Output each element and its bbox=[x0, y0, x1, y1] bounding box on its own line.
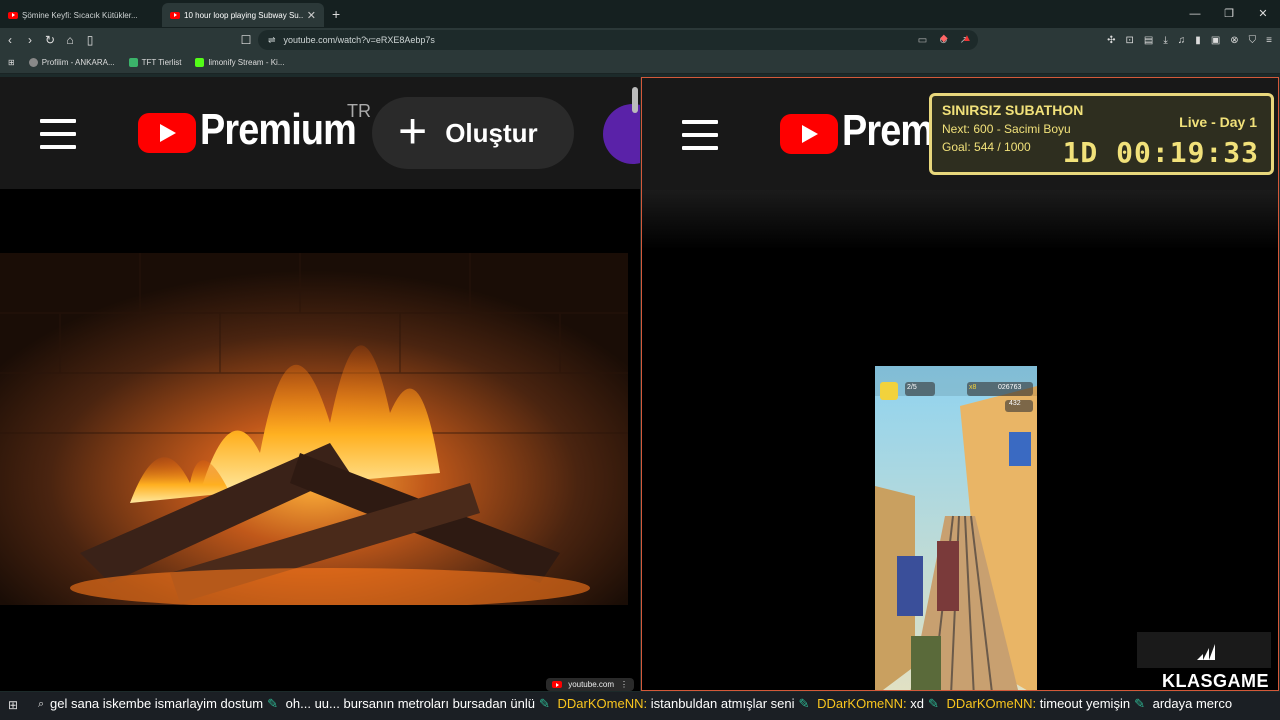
brand-text: Premium bbox=[200, 105, 357, 154]
globe-icon bbox=[28, 58, 38, 67]
bookmark-icon[interactable]: ☐ bbox=[236, 33, 256, 47]
youtube-header: Premium TR + Oluştur bbox=[0, 77, 640, 231]
hamburger-menu-icon[interactable] bbox=[682, 120, 718, 159]
overlay-live: Live - Day 1 bbox=[1179, 114, 1257, 130]
cast-icon[interactable]: ▭ bbox=[918, 35, 927, 46]
menu-icon[interactable]: ≡ bbox=[1266, 35, 1272, 46]
youtube-logo-icon[interactable] bbox=[138, 113, 196, 153]
subway-surfers-video[interactable]: 2/5 x8 026763 432 bbox=[642, 190, 1278, 690]
keys-counter: 2/5 bbox=[907, 384, 917, 391]
sponsor-box bbox=[1137, 632, 1271, 668]
adidas-logo-icon bbox=[1197, 644, 1215, 660]
restore-button[interactable]: ❐ bbox=[1212, 0, 1246, 28]
tab-1[interactable]: Şömine Keyfi: Sıcacık Kütükler... bbox=[0, 3, 162, 27]
search-icon[interactable]: ⌕ bbox=[38, 698, 44, 711]
multiplier: x8 bbox=[969, 384, 977, 391]
url-text: youtube.com/watch?v=eRXE8Aebp7s bbox=[283, 35, 435, 45]
scrollbar[interactable] bbox=[632, 87, 638, 113]
chat-message: istanbuldan atmışlar seni bbox=[650, 696, 795, 711]
chat-message: ardaya merco bbox=[1152, 696, 1233, 711]
fireplace-video[interactable]: youtube.com ⋮ bbox=[0, 189, 640, 691]
screenshot-icon[interactable]: ⊡ bbox=[1126, 35, 1134, 46]
create-label: Oluştur bbox=[445, 117, 538, 148]
download-icon[interactable]: ⤓ bbox=[1163, 35, 1167, 46]
chat-ticker: gel sana iskembe ismarlayim dostum ✎ oh..… bbox=[50, 696, 1233, 711]
subathon-overlay: SINIRSIZ SUBATHON Next: 600 - Sacimi Boy… bbox=[929, 93, 1274, 175]
chat-user: DDarKOmeNN: bbox=[557, 696, 648, 711]
puzzle-icon[interactable]: ✣ bbox=[1107, 35, 1115, 46]
tab-title: Şömine Keyfi: Sıcacık Kütükler... bbox=[22, 10, 138, 20]
bookmarks-bar: ⊞ Profilim - ANKARA... TFT Tierlist limo… bbox=[0, 52, 1280, 74]
chat-message: timeout yemişin bbox=[1039, 696, 1131, 711]
site-info-icon[interactable]: ⇌ bbox=[268, 35, 276, 46]
video-vignette bbox=[642, 190, 1278, 250]
youtube-logo-icon[interactable] bbox=[780, 114, 838, 154]
tab-search-icon[interactable]: ▤ bbox=[1144, 35, 1153, 46]
youtube-favicon-icon bbox=[552, 681, 563, 688]
close-window-button[interactable]: ✕ bbox=[1246, 0, 1280, 28]
youtube-favicon-icon bbox=[8, 11, 18, 19]
region-code: TR bbox=[347, 101, 371, 121]
kick-icon bbox=[195, 58, 205, 67]
youtube-favicon-icon bbox=[170, 11, 180, 19]
tab-strip: Şömine Keyfi: Sıcacık Kütükler... 10 hou… bbox=[0, 0, 1280, 28]
chat-message: oh... uu... bursanın metroları bursadan … bbox=[285, 696, 535, 711]
tab-2[interactable]: 10 hour loop playing Subway Su... ✕ bbox=[162, 3, 324, 27]
chat-message: gel sana iskembe ismarlayim dostum bbox=[50, 696, 264, 711]
sidebar-icon[interactable]: ▯ bbox=[80, 33, 100, 47]
score: 026763 bbox=[998, 384, 1022, 391]
security-icon[interactable]: ⛉ bbox=[1249, 35, 1257, 46]
bookmark-label: limonify Stream - Ki... bbox=[208, 58, 285, 67]
game-frame bbox=[875, 366, 1037, 690]
music-icon[interactable]: ♫ bbox=[1178, 35, 1186, 46]
apps-grid-icon[interactable]: ⊞ bbox=[8, 58, 15, 67]
bookmark-item[interactable]: TFT Tierlist bbox=[128, 58, 182, 67]
stream-brand: KLASGAME bbox=[1162, 671, 1269, 691]
home-icon[interactable]: ⌂ bbox=[60, 33, 80, 47]
sidebar-toggle-icon[interactable]: ▮ bbox=[1195, 35, 1201, 46]
left-youtube-pane: Premium TR + Oluştur youtube.com ⋮ bbox=[0, 77, 640, 691]
plus-icon: + bbox=[398, 103, 428, 159]
vpn-icon[interactable]: ⊗ bbox=[1230, 35, 1238, 46]
shield-icon[interactable]: ◆ bbox=[940, 33, 948, 44]
chat-user: DDarKOmeNN: bbox=[946, 696, 1037, 711]
windows-start-icon[interactable]: ⊞ bbox=[8, 698, 18, 712]
window-controls: — ❐ ✕ bbox=[1178, 0, 1280, 28]
bookmark-item[interactable]: limonify Stream - Ki... bbox=[195, 58, 284, 67]
tab-title: 10 hour loop playing Subway Su... bbox=[184, 10, 303, 20]
close-tab-icon[interactable]: ✕ bbox=[307, 9, 316, 22]
bookmark-item[interactable]: Profilim - ANKARA... bbox=[28, 58, 115, 67]
create-button[interactable]: + Oluştur bbox=[372, 97, 574, 169]
reload-icon[interactable]: ↻ bbox=[40, 33, 60, 47]
hamburger-menu-icon[interactable] bbox=[40, 119, 76, 158]
wallet-icon[interactable]: ▣ bbox=[1211, 35, 1220, 46]
forward-icon[interactable]: › bbox=[20, 33, 40, 47]
avatar[interactable] bbox=[603, 104, 640, 164]
back-icon[interactable]: ‹ bbox=[0, 33, 20, 47]
source-label: youtube.com bbox=[568, 680, 614, 689]
bookmark-label: Profilim - ANKARA... bbox=[41, 58, 115, 67]
extensions: ✣ ⊡ ▤ ⤓ ♫ ▮ ▣ ⊗ ⛉ ≡ bbox=[1107, 30, 1272, 50]
chat-user: DDarKOmeNN: bbox=[817, 696, 907, 711]
fireplace-image bbox=[0, 253, 628, 605]
navigation-bar: ‹ › ↻ ⌂ ▯ ☐ ⇌ youtube.com/watch?v=eRXE8A… bbox=[0, 28, 1280, 52]
rewards-icon[interactable]: ▲ bbox=[962, 33, 972, 44]
bookmark-label: TFT Tierlist bbox=[141, 58, 182, 67]
chat-message: xd bbox=[910, 696, 925, 711]
tft-icon bbox=[128, 58, 138, 67]
address-bar[interactable]: ⇌ youtube.com/watch?v=eRXE8Aebp7s ▭ ⊕ ↗ bbox=[258, 30, 978, 50]
taskbar: ⊞ ⌕ gel sana iskembe ismarlayim dostum ✎ … bbox=[0, 692, 1280, 720]
new-tab-button[interactable]: + bbox=[332, 6, 340, 22]
more-icon[interactable]: ⋮ bbox=[620, 680, 628, 689]
source-chip[interactable]: youtube.com ⋮ bbox=[546, 678, 634, 691]
minimize-button[interactable]: — bbox=[1178, 0, 1212, 28]
overlay-timer: 1D 00:19:33 bbox=[1062, 136, 1259, 169]
coins: 432 bbox=[1009, 400, 1021, 407]
